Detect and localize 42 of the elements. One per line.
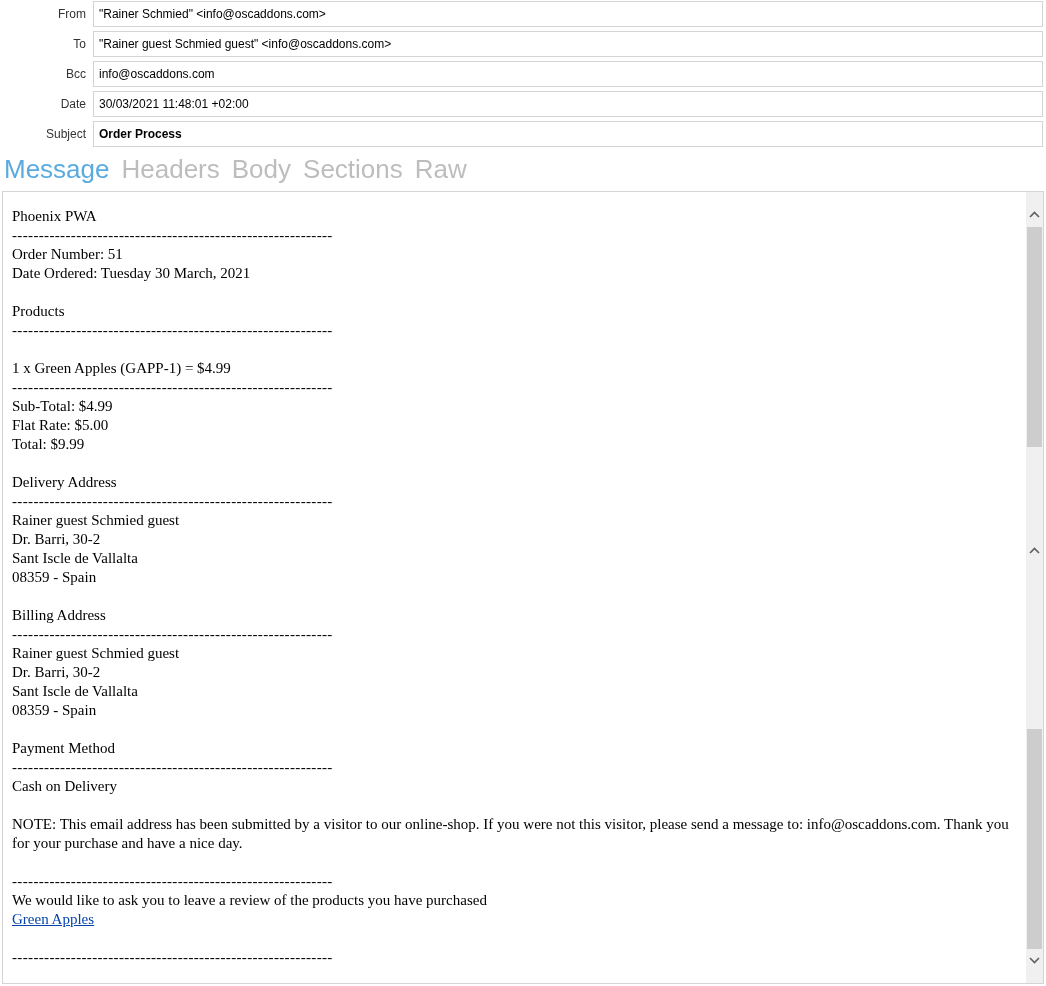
message-text: Rainer guest Schmied guest [12, 511, 181, 530]
message-text: Products [12, 302, 66, 321]
message-text: Cash on Delivery [12, 777, 118, 796]
message-text: Rainer guest Schmied guest [12, 644, 181, 663]
message-text: Sant Iscle de Vallalta [12, 682, 139, 701]
message-text: Flat Rate: $5.00 [12, 416, 110, 435]
dashed-separator: ------------------------------------------------------------ [12, 873, 333, 889]
message-text: Billing Address [12, 606, 107, 625]
message-text: Dr. Barri, 30-2 [12, 530, 102, 549]
message-text: Total: $9.99 [12, 435, 86, 454]
header-field[interactable]: 30/03/2021 11:48:01 +02:00 [93, 91, 1043, 117]
dashed-separator: ------------------------------------------------------------ [12, 322, 333, 338]
header-label: Subject [44, 126, 87, 143]
message-text: Dr. Barri, 30-2 [12, 663, 102, 682]
header-field[interactable]: Order Process [93, 121, 1043, 147]
header-field[interactable]: "Rainer Schmied" <info@oscaddons.com> [93, 1, 1043, 27]
message-text: Phoenix PWA [12, 207, 98, 226]
header-field[interactable]: info@oscaddons.com [93, 61, 1043, 87]
message-text: Sant Iscle de Vallalta [12, 549, 139, 568]
header-label: Date [59, 96, 87, 113]
header-field[interactable]: "Rainer guest Schmied guest" <info@oscaddons.com> [93, 31, 1043, 57]
message-text: Payment Method [12, 739, 116, 758]
message-text: Order Number: 51 [12, 245, 124, 264]
header-label: To [72, 36, 87, 53]
message-text: 1 x Green Apples (GAPP-1) = $4.99 [12, 359, 232, 378]
message-text: 08359 - Spain [12, 568, 98, 587]
message-text: 08359 - Spain [12, 701, 98, 720]
message-text: We would like to ask you to leave a review of the products you have purchased [12, 891, 488, 910]
dashed-separator: ------------------------------------------------------------ [12, 626, 333, 642]
product-link[interactable]: Green Apples [12, 911, 95, 927]
header-label: Bcc [65, 66, 87, 83]
dashed-separator: ------------------------------------------------------------ [12, 227, 333, 243]
dashed-separator: ------------------------------------------------------------ [12, 379, 333, 395]
message-text: Delivery Address [12, 473, 118, 492]
message-text: Sub-Total: $4.99 [12, 397, 114, 416]
message-text: Date Ordered: Tuesday 30 March, 2021 [12, 264, 252, 283]
header-label: From [57, 6, 87, 23]
dashed-separator: ------------------------------------------------------------ [12, 493, 333, 509]
scrollbar-drawing[interactable] [1026, 192, 1043, 983]
dashed-separator: ------------------------------------------------------------ [12, 949, 333, 965]
dashed-separator: ------------------------------------------------------------ [12, 759, 333, 775]
message-text: NOTE: This email address has been submitted by a visitor to our online-shop. If you were not this visitor, please send a message to: info@oscaddons.com. Thank you for your purchase and have a nice day. [12, 815, 1010, 853]
